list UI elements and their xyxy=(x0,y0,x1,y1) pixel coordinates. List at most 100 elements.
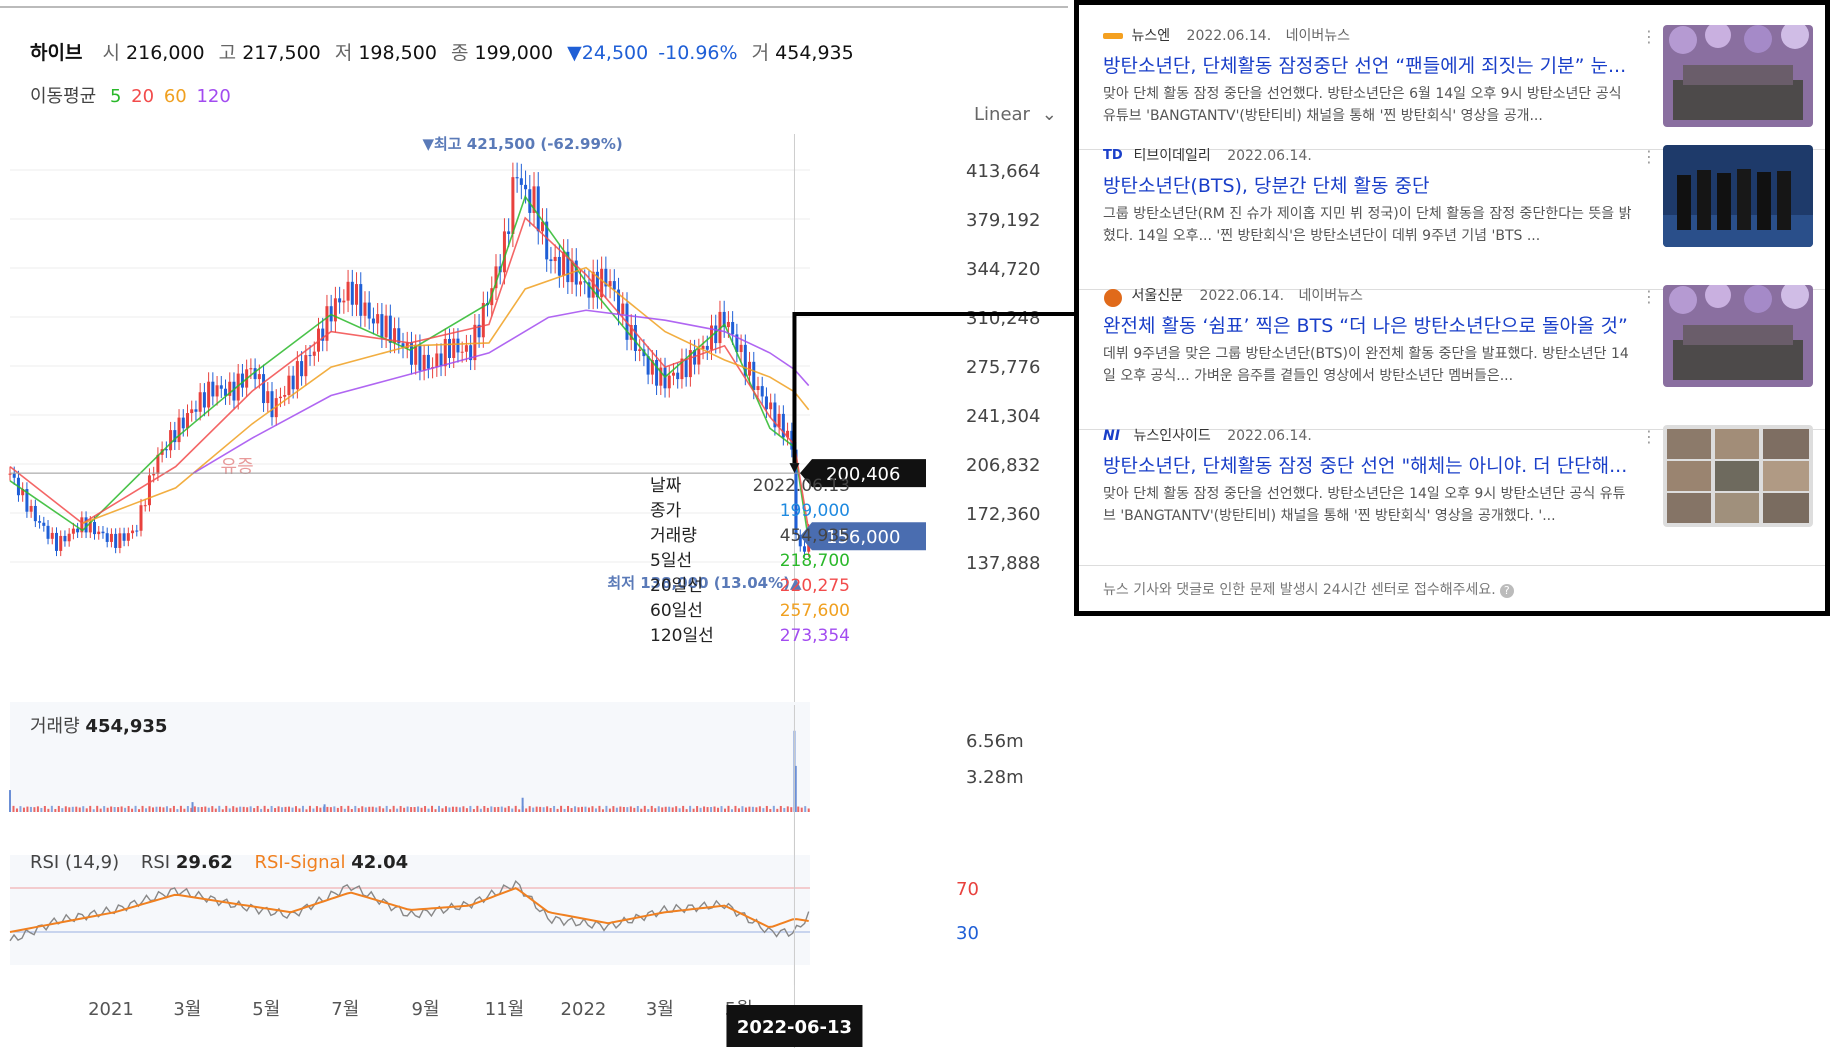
volume-bar xyxy=(699,807,702,812)
candle-body xyxy=(147,475,151,506)
news-publisher[interactable]: 뉴스엔 xyxy=(1131,28,1170,44)
candle-body xyxy=(346,281,350,301)
news-thumbnail[interactable] xyxy=(1663,425,1813,527)
news-item[interactable]: TD 티브이데일리 2022.06.14. ⋮ 방탄소년단(BTS), 당분간 … xyxy=(1103,125,1813,255)
more-options-icon[interactable]: ⋮ xyxy=(1641,27,1657,46)
volume-bar xyxy=(748,806,751,812)
change-pct: -10.96% xyxy=(658,42,738,64)
volume-bar xyxy=(577,807,580,812)
volume-bar xyxy=(204,806,207,812)
y-tick-label: 206,832 xyxy=(966,455,1040,476)
news-publisher[interactable]: 서울신문 xyxy=(1131,288,1183,304)
candle-body xyxy=(63,535,67,542)
candle-body xyxy=(266,391,270,404)
news-publisher[interactable]: 뉴스인사이드 xyxy=(1133,428,1210,444)
candle-body xyxy=(42,522,46,526)
candle-body xyxy=(50,532,54,539)
rsi-70-label: 70 xyxy=(956,879,979,900)
news-thumbnail[interactable] xyxy=(1663,285,1813,387)
candle-body xyxy=(359,284,363,316)
volume-bar xyxy=(368,806,371,812)
volume-bar xyxy=(375,807,378,812)
high-value: 217,500 xyxy=(242,42,321,64)
y-tick-label: 379,192 xyxy=(966,210,1040,231)
volume-bar xyxy=(33,807,36,812)
news-thumbnail[interactable] xyxy=(1663,145,1813,247)
news-item[interactable]: 서울신문 2022.06.14. 네이버뉴스 ⋮ 완전체 활동 ‘쉼표’ 찍은 … xyxy=(1103,265,1813,395)
y-tick-label: 137,888 xyxy=(966,553,1040,574)
volume-bar xyxy=(40,807,43,812)
volume-bar xyxy=(85,808,88,812)
volume-bar xyxy=(535,806,538,812)
news-platform[interactable]: 네이버뉴스 xyxy=(1286,28,1350,44)
volume-bar xyxy=(444,806,447,812)
volume-bar xyxy=(619,806,622,812)
volume-title: 거래량 454,935 xyxy=(30,712,167,738)
candle-body xyxy=(283,395,287,397)
volume-bar xyxy=(179,805,182,812)
ma-legend-60[interactable]: 60 xyxy=(164,86,187,107)
volume-bar xyxy=(769,808,772,812)
ma-legend-120[interactable]: 120 xyxy=(196,86,230,107)
candle-body xyxy=(312,351,316,356)
candle-body xyxy=(371,318,375,324)
volume-bar xyxy=(612,806,615,812)
volume-spike-bar xyxy=(9,790,11,812)
volume-bar xyxy=(734,805,737,812)
more-options-icon[interactable]: ⋮ xyxy=(1641,147,1657,166)
news-item[interactable]: 뉴스엔 2022.06.14. 네이버뉴스 ⋮ 방탄소년단, 단체활동 잠정중단… xyxy=(1103,5,1813,135)
volume-bar xyxy=(755,807,758,812)
candle-body xyxy=(481,302,485,338)
candle-body xyxy=(557,256,561,276)
news-platform[interactable]: 네이버뉴스 xyxy=(1299,288,1363,304)
candle-body xyxy=(769,402,773,410)
stock-name[interactable]: 하이브 xyxy=(30,42,82,64)
news-title[interactable]: 방탄소년단, 단체활동 잠정 중단 선언 "해체는 아니야. 더 단단해... xyxy=(1103,451,1633,478)
volume-bar xyxy=(574,806,577,812)
volume-bar xyxy=(790,807,793,812)
volume-bar xyxy=(587,807,590,812)
more-options-icon[interactable]: ⋮ xyxy=(1641,287,1657,306)
rsi-title-label: RSI (14,9) xyxy=(30,852,120,873)
volume-bar xyxy=(340,806,343,812)
ma-legend-20[interactable]: 20 xyxy=(131,86,154,107)
news-date: 2022.06.14. xyxy=(1199,288,1285,304)
news-title[interactable]: 완전체 활동 ‘쉼표’ 찍은 BTS “더 나은 방탄소년단으로 돌아올 것” xyxy=(1103,311,1633,338)
tooltip-value: 273,354 xyxy=(779,626,850,646)
candle-body xyxy=(549,259,553,262)
news-source: 뉴스엔 2022.06.14. 네이버뉴스 xyxy=(1103,25,1350,45)
volume-bar xyxy=(682,805,685,812)
candle-body xyxy=(507,231,511,234)
volume-bar xyxy=(403,807,406,812)
news-item[interactable]: NI 뉴스인사이드 2022.06.14. ⋮ 방탄소년단, 단체활동 잠정 중… xyxy=(1103,405,1813,535)
rsi-title: RSI (14,9) RSI 29.62 RSI-Signal 42.04 xyxy=(30,852,408,873)
news-publisher[interactable]: 티브이데일리 xyxy=(1133,148,1210,164)
volume-bar xyxy=(294,806,297,812)
volume-bar xyxy=(800,807,803,812)
volume-bar xyxy=(15,808,18,812)
news-title[interactable]: 방탄소년단, 단체활동 잠정중단 선언 “팬들에게 죄짓는 기분” 눈... xyxy=(1103,51,1633,78)
volume-bar xyxy=(465,808,468,812)
candle-body xyxy=(169,430,173,451)
tooltip-label: 120일선 xyxy=(650,626,714,646)
candle-body xyxy=(705,345,709,350)
news-thumbnail[interactable] xyxy=(1663,25,1813,127)
x-tick-label: 2021 xyxy=(88,999,134,1020)
news-title[interactable]: 방탄소년단(BTS), 당분간 단체 활동 중단 xyxy=(1103,171,1633,198)
volume-bar xyxy=(678,808,681,812)
volume-bar xyxy=(689,805,692,812)
tooltip-row: 20일선 220,275 xyxy=(650,574,850,599)
volume-bar xyxy=(507,806,510,812)
ma-legend-5[interactable]: 5 xyxy=(110,86,121,107)
volume-bar xyxy=(312,808,315,812)
volume-bar xyxy=(424,806,427,812)
news-date: 2022.06.14. xyxy=(1186,28,1272,44)
stock-summary: 하이브 시 216,000 고 217,500 저 198,500 종 199,… xyxy=(30,38,862,65)
volume-bar xyxy=(717,807,720,812)
volume-bar xyxy=(103,806,106,812)
x-tick-label: 3월 xyxy=(173,999,201,1020)
help-icon[interactable]: ? xyxy=(1499,584,1514,598)
newsen-logo-icon xyxy=(1103,28,1123,44)
volume-bar xyxy=(19,806,22,812)
more-options-icon[interactable]: ⋮ xyxy=(1641,427,1657,446)
